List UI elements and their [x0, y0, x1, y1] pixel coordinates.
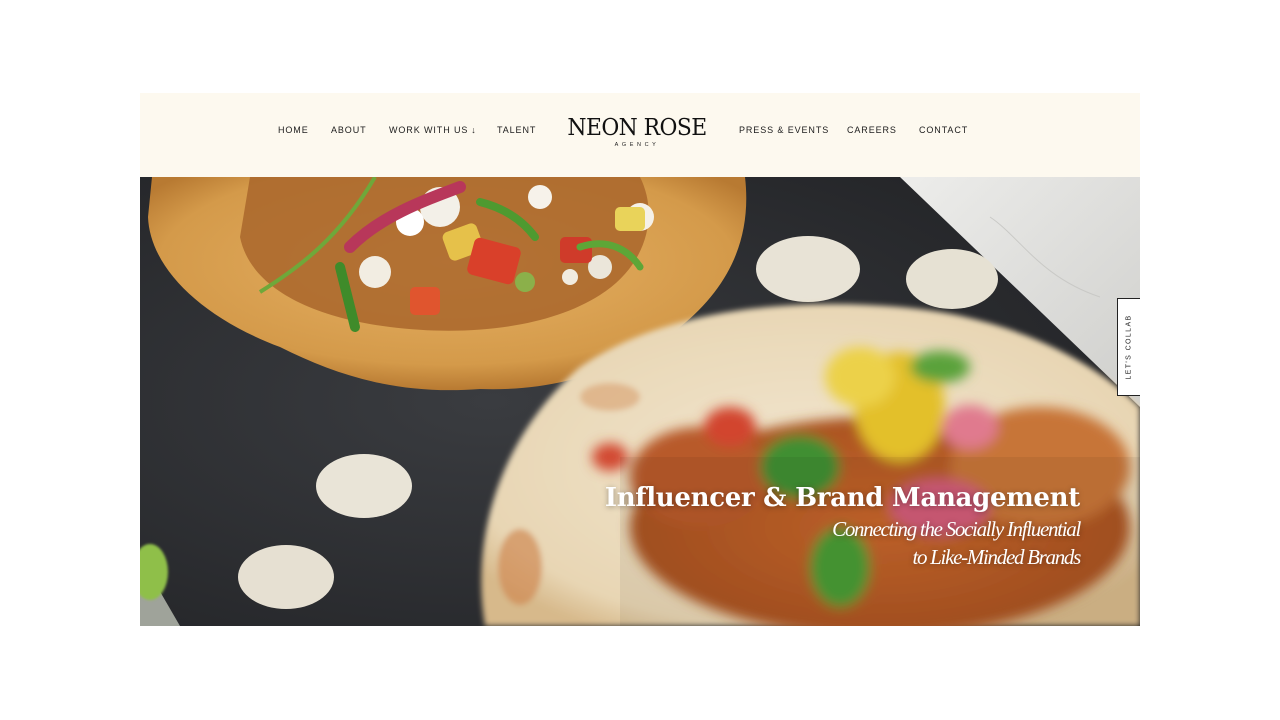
nav-talent[interactable]: TALENT — [497, 124, 536, 136]
nav-work-with-us-label: WORK WITH US — [389, 125, 469, 135]
arrow-down-icon: ↓ — [471, 125, 477, 135]
nav-careers[interactable]: CAREERS — [847, 124, 897, 136]
hero-subtitle-line-2: to Like-Minded Brands — [912, 545, 1081, 569]
hero-title: Influencer & Brand Management — [604, 483, 1080, 513]
nav-work-with-us[interactable]: WORK WITH US ↓ — [389, 124, 477, 136]
website-frame: HOME ABOUT WORK WITH US ↓ TALENT NEON ROS… — [140, 93, 1140, 626]
logo-tagline: AGENCY — [614, 142, 660, 148]
nav-contact[interactable]: CONTACT — [919, 124, 968, 136]
hero-subtitle-line-1: Connecting the Socially Influential — [832, 517, 1081, 541]
lets-collab-tab[interactable]: LET'S COLLAB — [1117, 298, 1140, 396]
logo-wordmark: NEON ROSE — [567, 115, 707, 141]
nav-home[interactable]: HOME — [278, 124, 309, 136]
nav-press-events[interactable]: PRESS & EVENTS — [739, 124, 829, 136]
hero-section: Influencer & Brand Management Connecting… — [140, 177, 1140, 626]
nav-about[interactable]: ABOUT — [331, 124, 367, 136]
hero-subtitle: Connecting the Socially Influential to L… — [680, 515, 1081, 571]
brand-logo[interactable]: NEON ROSE AGENCY — [557, 115, 717, 149]
lets-collab-label: LET'S COLLAB — [1125, 314, 1133, 380]
site-header: HOME ABOUT WORK WITH US ↓ TALENT NEON ROS… — [140, 93, 1140, 177]
